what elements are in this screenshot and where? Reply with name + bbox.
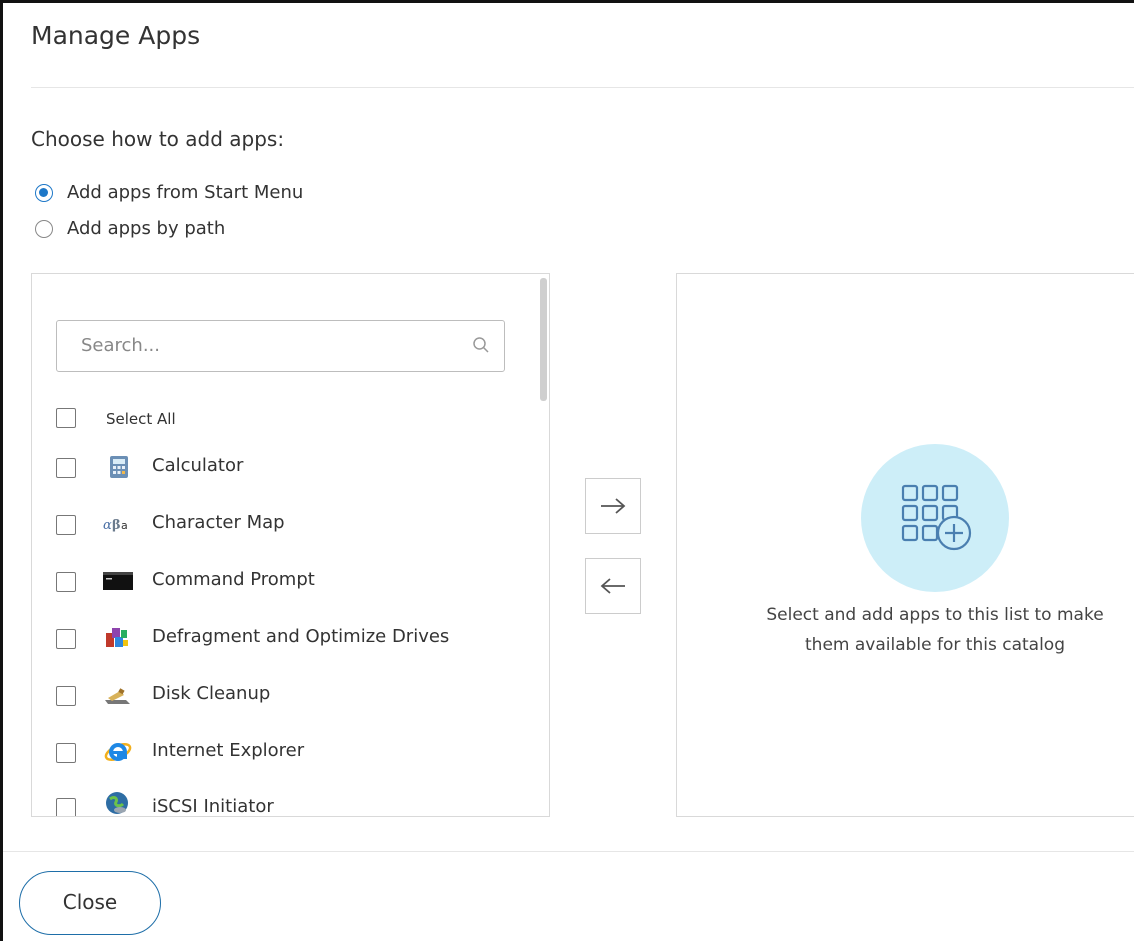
empty-state-illustration [861,444,1009,592]
app-label-internet-explorer: Internet Explorer [152,740,305,761]
arrow-left-icon [600,578,625,594]
radio-add-from-start-menu[interactable]: Add apps from Start Menu [35,182,303,203]
app-checkbox-calculator[interactable] [56,458,76,478]
arrow-right-icon [601,498,626,514]
app-label-character-map: Character Map [152,512,285,533]
app-label-command-prompt: Command Prompt [152,569,315,590]
iscsi-initiator-icon [106,792,128,814]
choose-method-label: Choose how to add apps: [31,127,285,151]
disk-cleanup-icon [105,688,130,704]
app-checkbox-defragment[interactable] [56,629,76,649]
app-checkbox-command-prompt[interactable] [56,572,76,592]
radio-label-start-menu: Add apps from Start Menu [67,182,304,203]
app-checkbox-character-map[interactable] [56,515,76,535]
app-checkbox-disk-cleanup[interactable] [56,686,76,706]
add-to-list-button[interactable] [585,478,641,534]
selected-apps-panel: Select and add apps to this list to make… [676,273,1134,817]
empty-state-line-2: them available for this catalog [805,635,1065,655]
empty-state-message: Select and add apps to this list to make… [717,600,1134,660]
scrollbar-thumb[interactable] [540,278,547,401]
app-checkbox-iscsi-initiator[interactable] [56,798,76,816]
app-label-iscsi-initiator: iSCSI Initiator [152,796,274,817]
search-input[interactable]: Search... [56,320,505,372]
dialog-title: Manage Apps [31,21,201,50]
app-label-calculator: Calculator [152,455,244,476]
svg-text:a: a [121,519,128,532]
radio-add-by-path[interactable]: Add apps by path [35,218,225,239]
title-divider [31,87,1134,88]
empty-state-line-1: Select and add apps to this list to make [766,605,1104,625]
radio-selected-icon[interactable] [35,183,53,202]
add-apps-grid-icon [901,484,972,551]
footer-divider [3,851,1134,852]
select-all-checkbox[interactable] [56,408,76,428]
remove-from-list-button[interactable] [585,558,641,614]
close-button[interactable]: Close [19,871,161,935]
radio-unselected-icon[interactable] [35,219,53,238]
defragment-icon [106,628,128,647]
app-label-disk-cleanup: Disk Cleanup [152,683,271,704]
radio-label-by-path: Add apps by path [67,218,226,239]
svg-text:α: α [103,518,112,533]
available-apps-panel: Search... Select All Calculator α β a Ch… [31,273,550,817]
internet-explorer-icon [104,743,132,761]
app-checkbox-internet-explorer[interactable] [56,743,76,763]
app-label-defragment: Defragment and Optimize Drives [152,626,450,647]
search-icon [473,337,489,353]
svg-text:β: β [112,518,121,533]
character-map-icon: α β a [103,518,128,533]
calculator-icon [110,456,128,478]
command-prompt-icon [103,572,133,590]
select-all-label: Select All [106,410,176,428]
manage-apps-dialog: Manage Apps Choose how to add apps: Add … [0,0,1134,941]
